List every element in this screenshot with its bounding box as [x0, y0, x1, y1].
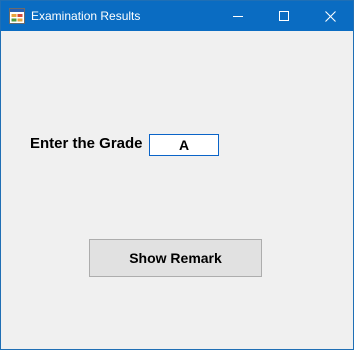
close-icon [324, 10, 336, 22]
maximize-icon [279, 11, 289, 21]
show-remark-button[interactable]: Show Remark [89, 239, 262, 277]
grade-input[interactable] [149, 134, 219, 156]
close-button[interactable] [307, 1, 353, 31]
app-window: Examination Results Enter the Grade Show… [0, 0, 354, 350]
minimize-icon [233, 16, 243, 17]
window-title: Examination Results [31, 9, 141, 23]
minimize-button[interactable] [215, 1, 261, 31]
form-icon[interactable] [9, 8, 25, 24]
maximize-button[interactable] [261, 1, 307, 31]
title-bar[interactable]: Examination Results [1, 1, 353, 31]
grade-label: Enter the Grade [30, 135, 143, 152]
form-client-area: Enter the Grade Show Remark [1, 31, 353, 349]
